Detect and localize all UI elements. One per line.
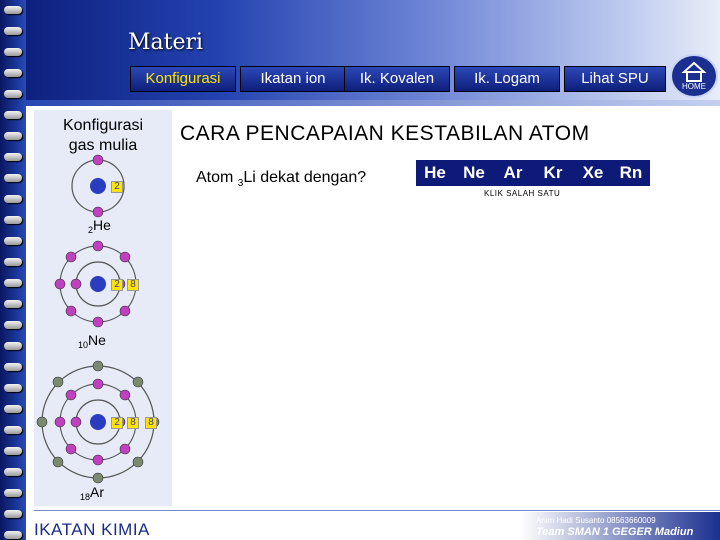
- binding-ring: [4, 48, 22, 56]
- he-shell-1-count: 2: [111, 181, 123, 193]
- binding-ring: [4, 237, 22, 245]
- choice-he-button[interactable]: He: [418, 160, 452, 186]
- header-divider: [0, 100, 720, 106]
- binding-ring: [4, 405, 22, 413]
- binding-ring: [4, 342, 22, 350]
- binding-ring: [4, 27, 22, 35]
- binding-ring: [4, 489, 22, 497]
- ar-shell-2-count: 8: [127, 417, 139, 429]
- ne-shell-1-count: 2: [111, 279, 123, 291]
- home-label: HOME: [682, 82, 706, 91]
- binding-ring: [4, 195, 22, 203]
- binding-ring: [4, 216, 22, 224]
- question-prefix: Atom: [196, 169, 238, 186]
- helium-symbol: He: [93, 217, 111, 233]
- argon-label: 18Ar: [80, 484, 104, 502]
- choice-ar-button[interactable]: Ar: [496, 160, 530, 186]
- helium-atom-diagram: [71, 154, 125, 218]
- helium-label: 2He: [88, 217, 111, 235]
- page-title: Materi: [128, 30, 204, 55]
- choice-xe-button[interactable]: Xe: [576, 160, 610, 186]
- choice-ne-button[interactable]: Ne: [456, 160, 492, 186]
- binding-ring: [4, 6, 22, 14]
- tab-ik-kovalen[interactable]: Ik. Kovalen: [344, 66, 450, 92]
- binding-ring: [4, 132, 22, 140]
- answer-choices: He Ne Ar Kr Xe Rn: [416, 160, 650, 186]
- footer-credit: Anim Hadi Susanto 08563660009: [536, 516, 656, 525]
- binding-ring: [4, 468, 22, 476]
- argon-number: 18: [80, 492, 91, 502]
- binding-ring: [4, 447, 22, 455]
- binding-ring: [4, 90, 22, 98]
- hint-text: KLIK SALAH SATU: [484, 189, 561, 198]
- binding-ring: [4, 321, 22, 329]
- neon-label: 10Ne: [78, 332, 106, 350]
- binding-ring: [4, 531, 22, 539]
- binding-ring: [4, 258, 22, 266]
- binding-ring: [4, 384, 22, 392]
- ar-shell-1-count: 2: [111, 417, 123, 429]
- binding-ring: [4, 426, 22, 434]
- binding-ring: [4, 174, 22, 182]
- tab-ik-logam[interactable]: Ik. Logam: [454, 66, 560, 92]
- neon-number: 10: [78, 340, 89, 350]
- binding-ring: [4, 363, 22, 371]
- binding-ring: [4, 69, 22, 77]
- neon-atom-diagram: [54, 240, 137, 328]
- binding-ring: [4, 111, 22, 119]
- notebook-binding: [0, 0, 26, 540]
- question-text: Atom 3Li dekat dengan?: [196, 169, 366, 189]
- tab-lihat-spu[interactable]: Lihat SPU: [564, 66, 666, 92]
- footer-divider: [34, 510, 720, 511]
- argon-symbol: Ar: [90, 484, 105, 500]
- neon-symbol: Ne: [88, 332, 106, 348]
- binding-ring: [4, 300, 22, 308]
- binding-ring: [4, 279, 22, 287]
- home-button[interactable]: HOME: [670, 54, 718, 98]
- binding-ring: [4, 510, 22, 518]
- home-icon: [681, 61, 707, 82]
- tab-konfigurasi[interactable]: Konfigurasi: [130, 66, 236, 92]
- binding-ring: [4, 153, 22, 161]
- choice-rn-button[interactable]: Rn: [614, 160, 648, 186]
- ar-shell-3-count: 8: [145, 417, 157, 429]
- ne-shell-2-count: 8: [127, 279, 139, 291]
- question-suffix: Li dekat dengan?: [243, 169, 367, 186]
- footer-title: IKATAN KIMIA: [34, 520, 150, 539]
- choice-kr-button[interactable]: Kr: [536, 160, 570, 186]
- tab-ikatan-ion[interactable]: Ikatan ion: [240, 66, 346, 92]
- section-heading: CARA PENCAPAIAN KESTABILAN ATOM: [180, 122, 590, 145]
- footer-team: Team SMAN 1 GEGER Madiun: [536, 526, 694, 538]
- atom-diagrams: 2 2He 2 8 10Ne 2 8 8 18Ar: [34, 110, 174, 506]
